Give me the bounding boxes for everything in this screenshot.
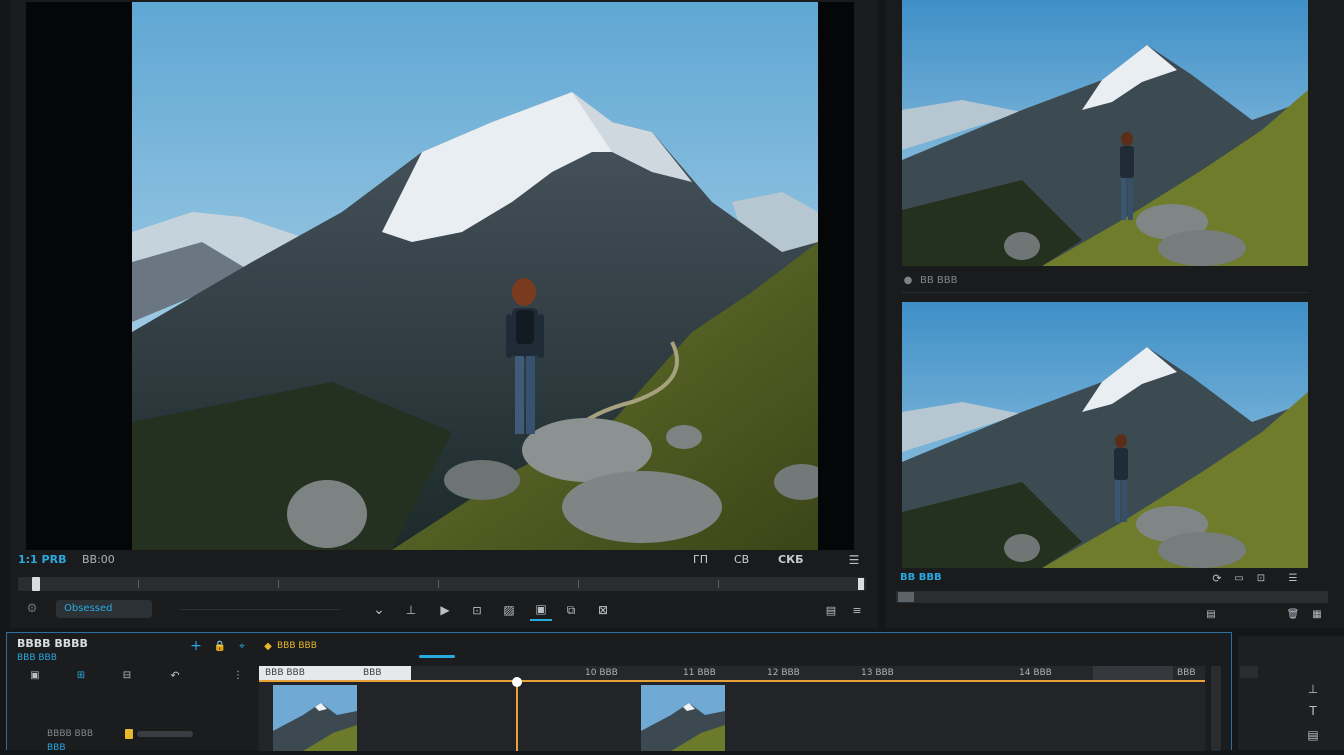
- mark-in-icon[interactable]: ⌄: [370, 601, 388, 619]
- timeline-subtitle: BBB BBB: [17, 653, 57, 663]
- preview-divider: [902, 292, 1308, 293]
- preview-top-image[interactable]: [902, 0, 1308, 266]
- viewer-label-right-1: ГП: [693, 553, 708, 566]
- scrubber-track[interactable]: [18, 577, 866, 591]
- ruler-label-3: 10 BBB: [585, 668, 618, 678]
- timeline-more-icon[interactable]: ⋮: [233, 667, 243, 683]
- menu-icon[interactable]: ☰: [846, 553, 862, 567]
- ruler-segment: [1093, 666, 1173, 680]
- main-viewer-panel: 1:1 PRB BB:00 ГП СВ СКБ ☰ ⚙ Obsessed ⌄ ⊥…: [10, 0, 878, 628]
- clip-label: BBB BBB: [277, 641, 317, 651]
- refresh-icon[interactable]: ⟳: [1210, 571, 1224, 585]
- preview-scrubber-handle[interactable]: [898, 592, 914, 602]
- control-separator: [180, 609, 340, 610]
- track-level-bar: [137, 731, 193, 737]
- track-label-2: BBB: [47, 743, 66, 753]
- tool-column: ⊥ T ▤: [1238, 636, 1344, 750]
- settings-icon[interactable]: ⚙: [24, 600, 40, 616]
- viewer-label-right-3: СКБ: [778, 553, 804, 566]
- timecode-value: BB:00: [82, 553, 115, 566]
- clip-color-icon: ◆: [264, 640, 272, 652]
- scrubber-end-marker[interactable]: [858, 578, 864, 590]
- ruler-label-1: BBB BBB: [265, 668, 305, 678]
- zoom-field[interactable]: Obsessed: [56, 600, 152, 618]
- timeline-tool-3-icon[interactable]: ⊟: [119, 667, 135, 683]
- preview-panel: ● BB BBB BB BBB ⟳ ▭ ⊡ ☰ ▤ 🗑 ▦: [886, 0, 1344, 628]
- overwrite-icon[interactable]: ▣: [532, 600, 550, 618]
- timecode-label: 1:1 PRB: [18, 553, 67, 566]
- preview-top-status-icon: ●: [903, 274, 913, 286]
- timeline-tool-2-icon[interactable]: ⊞: [73, 667, 89, 683]
- preview-top-label: BB BBB: [920, 275, 958, 286]
- viewer-label-right-2: СВ: [734, 553, 750, 566]
- tool-up-icon[interactable]: ⊥: [1304, 680, 1322, 698]
- ruler-label-7: 14 BBB: [1019, 668, 1052, 678]
- preview-bottom-label: BB BBB: [900, 572, 942, 583]
- ruler-label-6: 13 BBB: [861, 668, 894, 678]
- playhead-line: [516, 680, 518, 751]
- preview-bottom-icon-4[interactable]: ☰: [1278, 571, 1308, 585]
- viewer-menu-icon[interactable]: ≡: [848, 601, 866, 619]
- playhead-handle[interactable]: [512, 677, 522, 687]
- preview-scrubber[interactable]: [896, 591, 1328, 603]
- track-level-indicator: [125, 729, 133, 739]
- compare-icon[interactable]: ⊠: [594, 601, 612, 619]
- tool-text-icon[interactable]: T: [1304, 702, 1322, 720]
- clip-thumbnail-1[interactable]: [273, 685, 357, 751]
- clip-thumbnail-2[interactable]: [641, 685, 725, 751]
- timeline-title: BBBB BBBB: [17, 637, 88, 650]
- play-icon[interactable]: ▶: [436, 601, 454, 619]
- preview-bottom-icon-2[interactable]: ▭: [1232, 571, 1246, 585]
- video-track: [259, 682, 1205, 751]
- ruler-label-8: BBB: [1177, 668, 1196, 678]
- step-forward-icon[interactable]: ⊡: [468, 601, 486, 619]
- track-label-1: BBBB BBB: [47, 729, 94, 739]
- timeline-tool-1-icon[interactable]: ▣: [27, 667, 43, 683]
- snap-icon[interactable]: ⌖: [235, 639, 249, 653]
- safe-margins-icon[interactable]: ▤: [822, 601, 840, 619]
- timeline-ruler[interactable]: BBB BBB BBB 10 BBB 11 BBB 12 BBB 13 BBB …: [259, 666, 1205, 680]
- preview-bottom-image[interactable]: [902, 302, 1308, 568]
- undo-icon[interactable]: ↶: [167, 667, 183, 683]
- ruler-label-2: BBB: [363, 668, 382, 678]
- preview-grid-icon[interactable]: ▦: [1310, 607, 1324, 621]
- timeline-progress: [419, 655, 455, 658]
- tool-layout-icon[interactable]: ▤: [1304, 726, 1322, 744]
- preview-trash-icon[interactable]: 🗑: [1286, 607, 1300, 621]
- trim-icon[interactable]: ▨: [500, 601, 518, 619]
- scrubber-handle[interactable]: [32, 577, 40, 591]
- add-track-icon[interactable]: +: [189, 638, 203, 654]
- lock-icon[interactable]: 🔒: [213, 639, 227, 653]
- ruler-label-4: 11 BBB: [683, 668, 716, 678]
- preview-list-icon[interactable]: ▤: [1204, 607, 1218, 621]
- export-frame-icon[interactable]: ⧉: [562, 601, 580, 619]
- step-back-icon[interactable]: ⊥: [402, 601, 420, 619]
- preview-bottom-icon-3[interactable]: ⊡: [1254, 571, 1268, 585]
- timeline-vertical-scroll[interactable]: [1211, 666, 1221, 751]
- tool-column-field[interactable]: [1240, 666, 1258, 678]
- main-preview-image[interactable]: [132, 2, 818, 550]
- ruler-label-5: 12 BBB: [767, 668, 800, 678]
- active-tool-underline: [530, 619, 552, 621]
- timeline-panel: BBBB BBBB BBB BBB + 🔒 ⌖ ▣ ⊞ ⊟ ↶ ⋮ BBBB B…: [6, 632, 1232, 753]
